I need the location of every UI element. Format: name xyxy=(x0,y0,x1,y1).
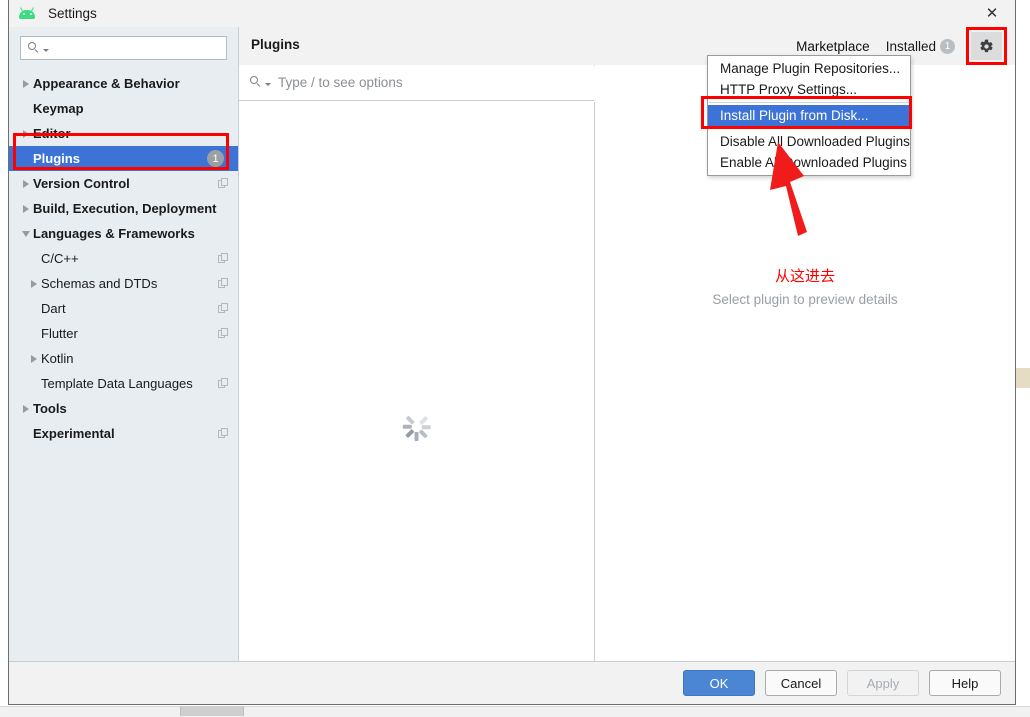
sidebar-item-c-c[interactable]: C/C++ xyxy=(9,246,238,271)
sidebar-item-appearance-behavior[interactable]: Appearance & Behavior xyxy=(9,71,238,96)
sidebar-item-label: Kotlin xyxy=(41,351,74,366)
plugin-settings-menu: Manage Plugin Repositories... HTTP Proxy … xyxy=(707,55,911,176)
sidebar-item-label: Dart xyxy=(41,301,66,316)
sidebar-item-label: Languages & Frameworks xyxy=(33,226,195,241)
tab-badge: 1 xyxy=(940,38,955,54)
plugin-search-placeholder: Type / to see options xyxy=(278,75,403,90)
sidebar-item-label: Template Data Languages xyxy=(41,376,193,391)
chevron-right-icon xyxy=(27,354,41,363)
menu-item-http-proxy-settings[interactable]: HTTP Proxy Settings... xyxy=(708,79,910,100)
chevron-right-icon xyxy=(19,404,33,413)
sidebar-item-keymap[interactable]: Keymap xyxy=(9,96,238,121)
sidebar-item-editor[interactable]: Editor xyxy=(9,121,238,146)
copy-settings-icon[interactable] xyxy=(218,278,229,289)
settings-tree: Appearance & Behavior Keymap Editor Plugins… xyxy=(9,71,238,446)
sidebar-item-label: Experimental xyxy=(33,426,115,441)
sidebar-search-input[interactable] xyxy=(20,36,227,60)
sidebar-item-schemas-and-dtds[interactable]: Schemas and DTDs xyxy=(9,271,238,296)
chevron-down-icon xyxy=(265,83,271,86)
menu-item-enable-all-downloaded-plugins[interactable]: Enable All Downloaded Plugins xyxy=(708,152,910,173)
ok-button[interactable]: OK xyxy=(683,670,755,696)
chevron-down-icon xyxy=(43,48,49,52)
sidebar-item-label: Appearance & Behavior xyxy=(33,76,180,91)
page-title: Plugins xyxy=(251,37,300,52)
sidebar-item-label: Schemas and DTDs xyxy=(41,276,158,291)
chevron-right-icon xyxy=(19,129,33,138)
copy-settings-icon[interactable] xyxy=(218,428,229,439)
help-button[interactable]: Help xyxy=(929,670,1001,696)
sidebar-item-kotlin[interactable]: Kotlin xyxy=(9,346,238,371)
plugin-settings-gear-button[interactable] xyxy=(971,32,1002,60)
menu-separator xyxy=(709,128,909,129)
sidebar-item-label: Keymap xyxy=(33,101,84,116)
copy-settings-icon[interactable] xyxy=(218,178,229,189)
sidebar-item-build-execution-deployment[interactable]: Build, Execution, Deployment xyxy=(9,196,238,221)
dialog-footer: OK Cancel Apply Help xyxy=(9,661,1015,704)
android-icon xyxy=(18,6,38,21)
spinner-segment xyxy=(421,425,431,429)
close-icon[interactable]: ✕ xyxy=(969,0,1015,27)
copy-settings-icon[interactable] xyxy=(218,378,229,389)
sidebar-item-label: Version Control xyxy=(33,176,130,191)
sidebar-item-label: Flutter xyxy=(41,326,78,341)
menu-item-install-plugin-from-disk[interactable]: Install Plugin from Disk... xyxy=(708,105,910,126)
plugin-search-input[interactable]: Type / to see options xyxy=(239,65,594,101)
sidebar-item-label: Plugins xyxy=(33,151,80,166)
spinner-segment xyxy=(414,413,418,422)
tab-label: Marketplace xyxy=(796,38,870,54)
settings-sidebar: Appearance & Behavior Keymap Editor Plugins… xyxy=(9,27,239,661)
spinner-segment xyxy=(405,429,414,439)
plugin-list[interactable] xyxy=(239,102,595,661)
gear-icon xyxy=(980,39,993,52)
sidebar-item-badge: 1 xyxy=(207,150,224,167)
title-bar: Settings ✕ xyxy=(9,0,1015,27)
copy-settings-icon[interactable] xyxy=(218,303,229,314)
menu-item-manage-plugin-repositories[interactable]: Manage Plugin Repositories... xyxy=(708,58,910,79)
sidebar-item-label: C/C++ xyxy=(41,251,79,266)
sidebar-item-flutter[interactable]: Flutter xyxy=(9,321,238,346)
menu-separator xyxy=(709,102,909,103)
loading-spinner-icon xyxy=(401,412,431,442)
search-icon xyxy=(28,41,41,55)
taskbar-item[interactable] xyxy=(180,706,244,716)
annotation-note: 从这进去 xyxy=(774,268,835,285)
spinner-segment xyxy=(418,429,428,439)
sidebar-item-tools[interactable]: Tools xyxy=(9,396,238,421)
cancel-button[interactable]: Cancel xyxy=(765,670,837,696)
chevron-right-icon xyxy=(27,279,41,288)
sidebar-item-languages-frameworks[interactable]: Languages & Frameworks xyxy=(9,221,238,246)
copy-settings-icon[interactable] xyxy=(218,328,229,339)
taskbar xyxy=(0,706,1030,717)
spinner-segment xyxy=(405,415,414,425)
chevron-right-icon xyxy=(19,79,33,88)
apply-button: Apply xyxy=(847,670,919,696)
preview-placeholder-text: Select plugin to preview details xyxy=(712,292,898,307)
copy-settings-icon[interactable] xyxy=(218,253,229,264)
chevron-down-icon xyxy=(19,230,33,237)
menu-item-disable-all-downloaded-plugins[interactable]: Disable All Downloaded Plugins xyxy=(708,131,910,152)
sidebar-item-label: Build, Execution, Deployment xyxy=(33,201,217,216)
sidebar-item-label: Tools xyxy=(33,401,67,416)
sidebar-item-label: Editor xyxy=(33,126,71,141)
search-icon xyxy=(250,76,263,89)
sidebar-item-version-control[interactable]: Version Control xyxy=(9,171,238,196)
spinner-segment xyxy=(418,415,428,425)
spinner-segment xyxy=(402,425,412,429)
tab-label: Installed xyxy=(885,38,936,54)
spinner-segment xyxy=(414,432,418,441)
sidebar-item-plugins[interactable]: Plugins 1 xyxy=(9,146,238,171)
sidebar-item-template-data-languages[interactable]: Template Data Languages xyxy=(9,371,238,396)
chevron-right-icon xyxy=(19,204,33,213)
sidebar-search-wrap xyxy=(9,27,238,60)
desktop-wallpaper-sliver xyxy=(1016,368,1030,388)
chevron-right-icon xyxy=(19,179,33,188)
sidebar-item-dart[interactable]: Dart xyxy=(9,296,238,321)
sidebar-item-experimental[interactable]: Experimental xyxy=(9,421,238,446)
window-title: Settings xyxy=(48,6,97,21)
